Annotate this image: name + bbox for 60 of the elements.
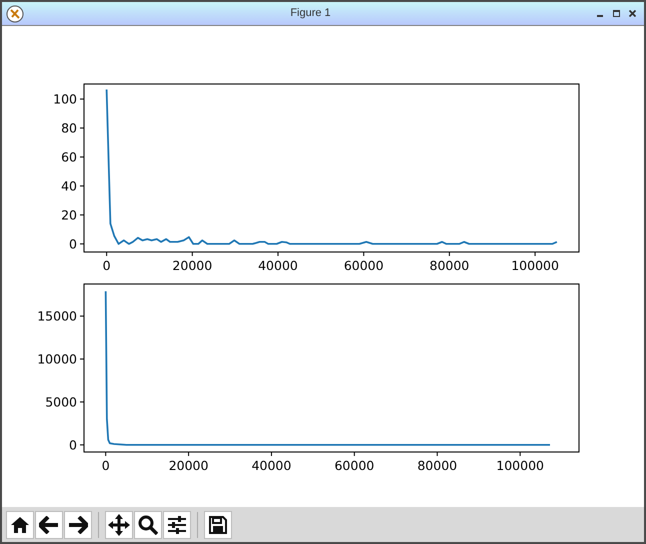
tick-mark [80, 214, 84, 216]
close-icon[interactable] [629, 10, 636, 17]
zoom-button[interactable] [134, 510, 162, 538]
left-arrow-icon [39, 516, 59, 534]
tick-mark [534, 252, 536, 256]
y-tick-label: 20 [61, 207, 77, 222]
x-tick-label: 40000 [252, 458, 292, 473]
x-tick-label: 20000 [168, 458, 208, 473]
tick-mark [80, 243, 84, 244]
tick-mark [80, 444, 84, 446]
tick-mark [106, 252, 108, 256]
tick-mark [80, 156, 84, 158]
tick-mark [448, 252, 450, 256]
y-tick-label: 60 [61, 150, 77, 164]
right-arrow-icon [68, 516, 88, 534]
home-icon [10, 516, 30, 534]
x-tick-label: 60000 [344, 258, 384, 273]
y-tick-label: 100 [53, 92, 77, 107]
x-tick-label: 80000 [430, 258, 470, 273]
x-tick-label: 0 [102, 458, 110, 473]
tick-mark [80, 358, 84, 360]
y-tick-label: 40 [61, 178, 77, 194]
forward-button[interactable] [64, 510, 92, 538]
tick-mark [520, 452, 521, 456]
x-tick-label: 0 [102, 258, 111, 273]
x-tick-label: 100000 [496, 458, 544, 473]
window-title: Figure 1 [290, 6, 331, 22]
move-icon [108, 514, 130, 536]
tick-mark [363, 252, 364, 256]
x-tick-label: 60000 [334, 458, 374, 473]
tick-mark [80, 401, 84, 402]
tick-mark [80, 316, 84, 317]
maximize-icon[interactable] [613, 10, 620, 17]
app-icon [6, 4, 24, 22]
home-button[interactable] [6, 510, 34, 538]
y-tick-label: 0 [69, 236, 77, 252]
search-icon [138, 514, 158, 534]
y-tick-label: 10000 [37, 352, 77, 367]
tick-mark [188, 452, 190, 456]
tick-mark [436, 452, 438, 456]
tick-mark [80, 98, 84, 100]
pan-button[interactable] [105, 510, 133, 538]
tick-mark [354, 452, 355, 456]
y-tick-label: 80 [61, 120, 77, 136]
configure-button[interactable] [163, 510, 191, 538]
y-tick-label: 15000 [37, 308, 77, 324]
tick-mark [105, 452, 106, 456]
tick-mark [270, 452, 272, 456]
y-tick-label: 0 [69, 437, 77, 452]
tick-mark [80, 128, 84, 129]
back-button[interactable] [35, 510, 63, 538]
save-button[interactable] [204, 510, 232, 538]
x-tick-label: 40000 [258, 258, 298, 273]
sliders-icon [167, 514, 187, 534]
y-tick-label: 5000 [45, 394, 77, 410]
x-tick-label: 100000 [511, 258, 559, 273]
x-tick-label: 20000 [172, 258, 212, 273]
x-tick-label: 80000 [417, 458, 458, 473]
tick-mark [192, 252, 193, 256]
tick-mark [80, 185, 84, 186]
